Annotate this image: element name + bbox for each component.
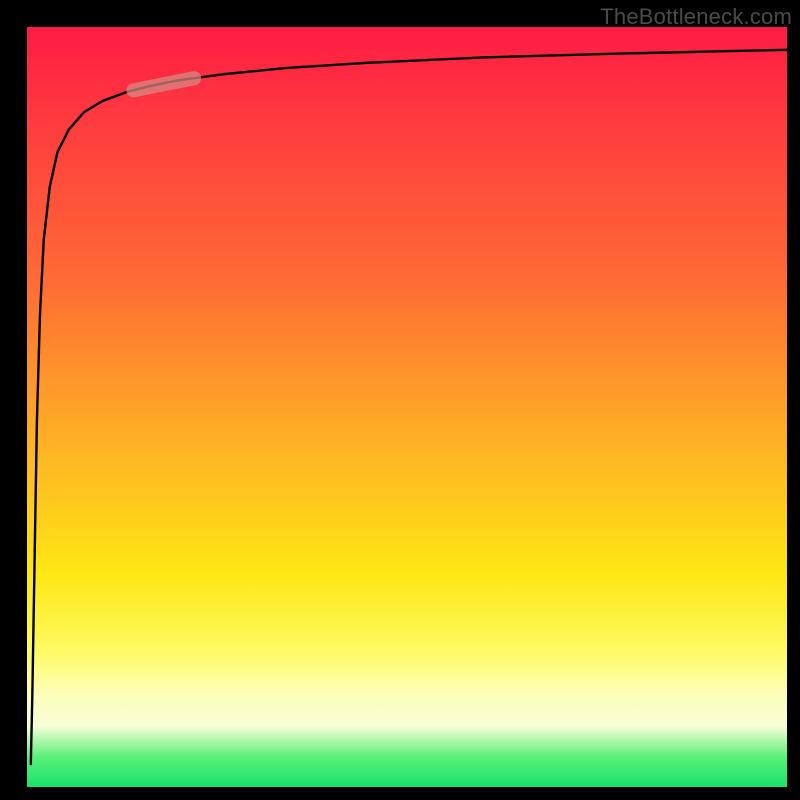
chart-frame: TheBottleneck.com [0, 0, 800, 800]
watermark-label: TheBottleneck.com [600, 4, 792, 30]
chart-plot-area [27, 27, 787, 787]
